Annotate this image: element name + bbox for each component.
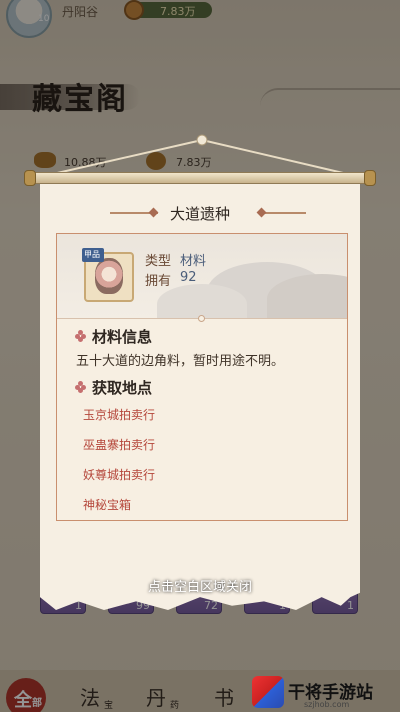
section-title-info: 材料信息: [92, 328, 153, 346]
section-title-source: 获取地点: [92, 379, 153, 397]
hanging-rope: [43, 134, 357, 177]
source-link[interactable]: 神秘宝箱: [83, 496, 131, 513]
header-divider-ornament: [198, 315, 205, 322]
item-name: 大道遗种: [169, 205, 230, 223]
watermark-url: szjhob.com: [304, 700, 350, 709]
source-link[interactable]: 玉京城拍卖行: [83, 406, 155, 423]
scroll-rod-knob-right: [364, 170, 376, 186]
flower-icon: [75, 330, 87, 342]
item-description: 五十大道的边角料，暂时用途不明。: [76, 354, 285, 369]
seed-icon: [95, 258, 123, 294]
close-hint: 点击空白区域关闭: [147, 580, 252, 595]
scroll-rod-knob-left: [24, 170, 36, 186]
type-value: 材料: [180, 254, 207, 269]
source-link[interactable]: 巫蛊寨拍卖行: [83, 436, 155, 453]
scroll-rod: [28, 172, 372, 184]
watermark-logo-icon: [252, 676, 284, 708]
type-label: 类型: [145, 254, 172, 269]
own-value: 92: [180, 270, 197, 285]
own-label: 拥有: [145, 274, 172, 289]
flower-icon: [75, 381, 87, 393]
source-link[interactable]: 妖尊城拍卖行: [83, 466, 155, 483]
grade-label: 甲品: [84, 250, 100, 259]
